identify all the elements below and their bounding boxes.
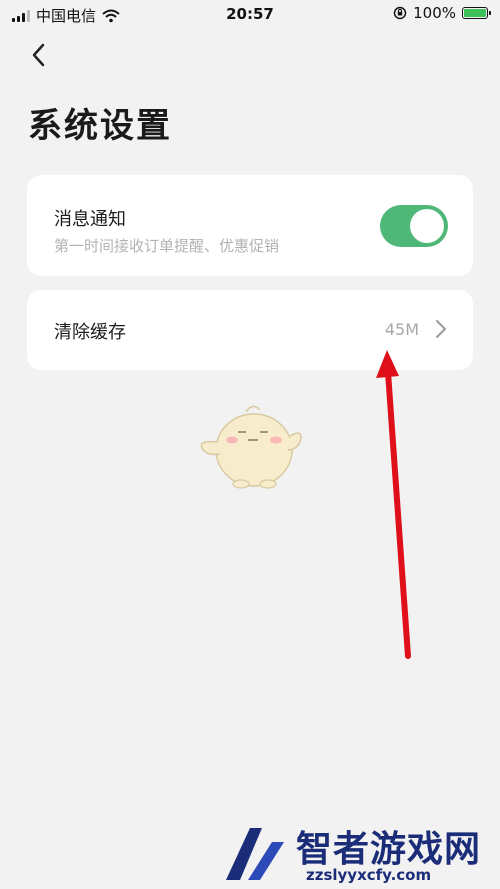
notification-title: 消息通知 (54, 209, 126, 230)
toggle-knob (410, 209, 444, 243)
clear-cache-title: 清除缓存 (54, 322, 126, 343)
battery-percent: 100% (413, 4, 456, 22)
cache-size-value: 45M (384, 320, 419, 339)
clear-cache-row[interactable]: 清除缓存 45M (27, 290, 473, 370)
chevron-right-icon (436, 320, 446, 338)
page-title: 系统设置 (28, 106, 172, 146)
chevron-left-icon (32, 43, 45, 67)
notification-toggle[interactable] (380, 205, 448, 247)
watermark-title: 智者游戏网 (296, 829, 482, 870)
back-button[interactable] (24, 40, 54, 70)
watermark-logo-icon (226, 828, 284, 880)
mascot-illustration (200, 405, 302, 489)
watermark-url: zzslyyxcfy.com (306, 866, 432, 884)
status-bar: 中国电信 20:57 100% (0, 0, 500, 30)
status-right: 100% (393, 4, 491, 22)
battery-icon (462, 7, 491, 19)
notification-subtitle: 第一时间接收订单提醒、优惠促销 (54, 237, 280, 255)
notification-setting-card: 消息通知 第一时间接收订单提醒、优惠促销 (27, 175, 473, 276)
orientation-lock-icon (393, 6, 407, 20)
